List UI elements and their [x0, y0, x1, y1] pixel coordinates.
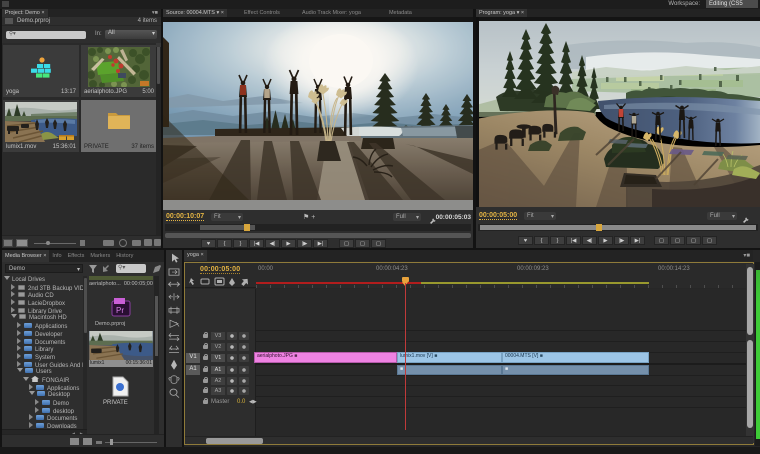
svg-text:Pr: Pr — [116, 306, 124, 315]
